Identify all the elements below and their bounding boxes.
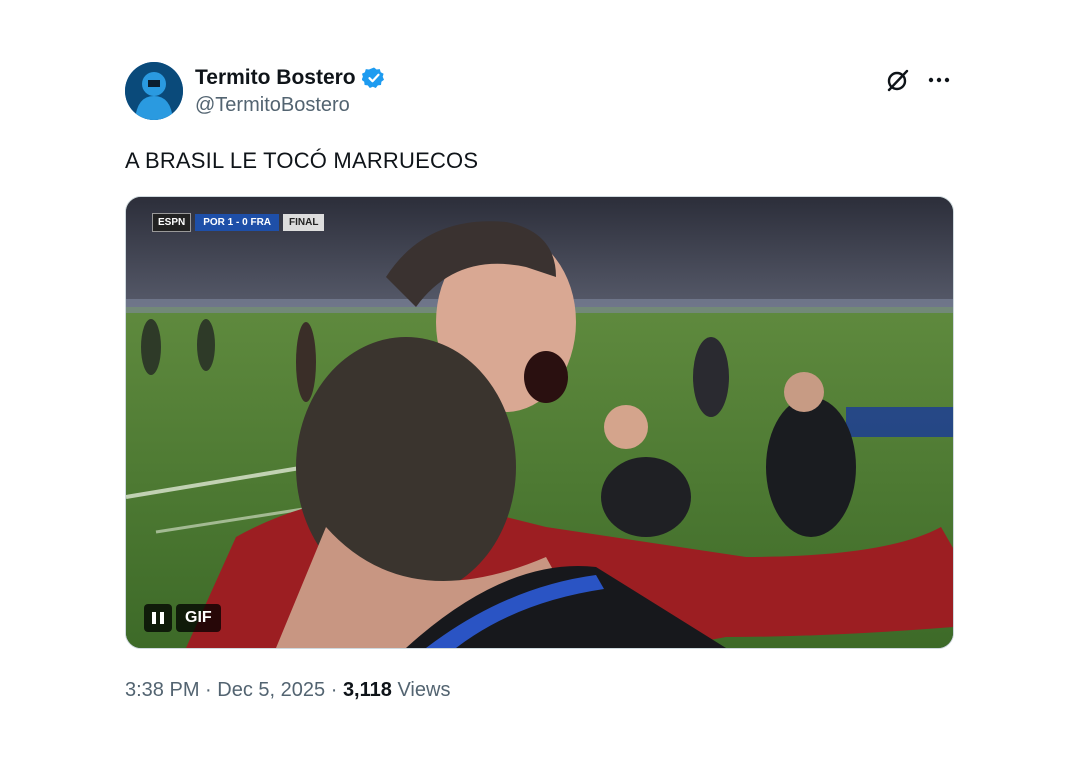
author-names: Termito Bostero @TermitoBostero — [195, 66, 386, 117]
scorebug: ESPN POR 1 - 0 FRA FINAL — [152, 213, 325, 232]
verified-badge-icon — [361, 66, 386, 90]
scorebug-network: ESPN — [152, 213, 192, 232]
grok-icon[interactable] — [884, 66, 912, 94]
gif-frame-image — [126, 197, 953, 648]
tweet-time[interactable]: 3:38 PM — [125, 679, 199, 701]
scorebug-status: FINAL — [283, 214, 325, 231]
user-handle[interactable]: @TermitoBostero — [195, 94, 386, 117]
meta-separator: · — [330, 679, 338, 701]
gif-badge: GIF — [176, 604, 221, 632]
meta-separator: · — [205, 679, 212, 701]
tweet-header: Termito Bostero @TermitoBostero — [125, 62, 952, 124]
avatar[interactable] — [125, 62, 183, 120]
tweet-media-gif[interactable]: ESPN POR 1 - 0 FRA FINAL GIF — [125, 196, 954, 649]
display-name[interactable]: Termito Bostero — [195, 66, 356, 90]
views-label: Views — [397, 679, 451, 701]
header-actions — [884, 66, 952, 94]
tweet-card: Termito Bostero @TermitoBostero A BRASIL… — [125, 62, 954, 702]
scorebug-score: POR 1 - 0 FRA — [195, 214, 280, 231]
tweet-date[interactable]: Dec 5, 2025 — [217, 679, 325, 701]
tweet-meta: 3:38 PM · Dec 5, 2025 · 3,118 Views — [125, 679, 952, 702]
pause-button[interactable] — [144, 604, 172, 632]
tweet-text: A BRASIL LE TOCÓ MARRUECOS — [125, 148, 479, 173]
gif-controls: GIF — [144, 604, 221, 632]
pause-icon-bar — [152, 612, 156, 624]
pause-icon-bar — [160, 612, 164, 624]
views-count: 3,118 — [342, 679, 392, 701]
more-icon[interactable] — [926, 67, 952, 93]
